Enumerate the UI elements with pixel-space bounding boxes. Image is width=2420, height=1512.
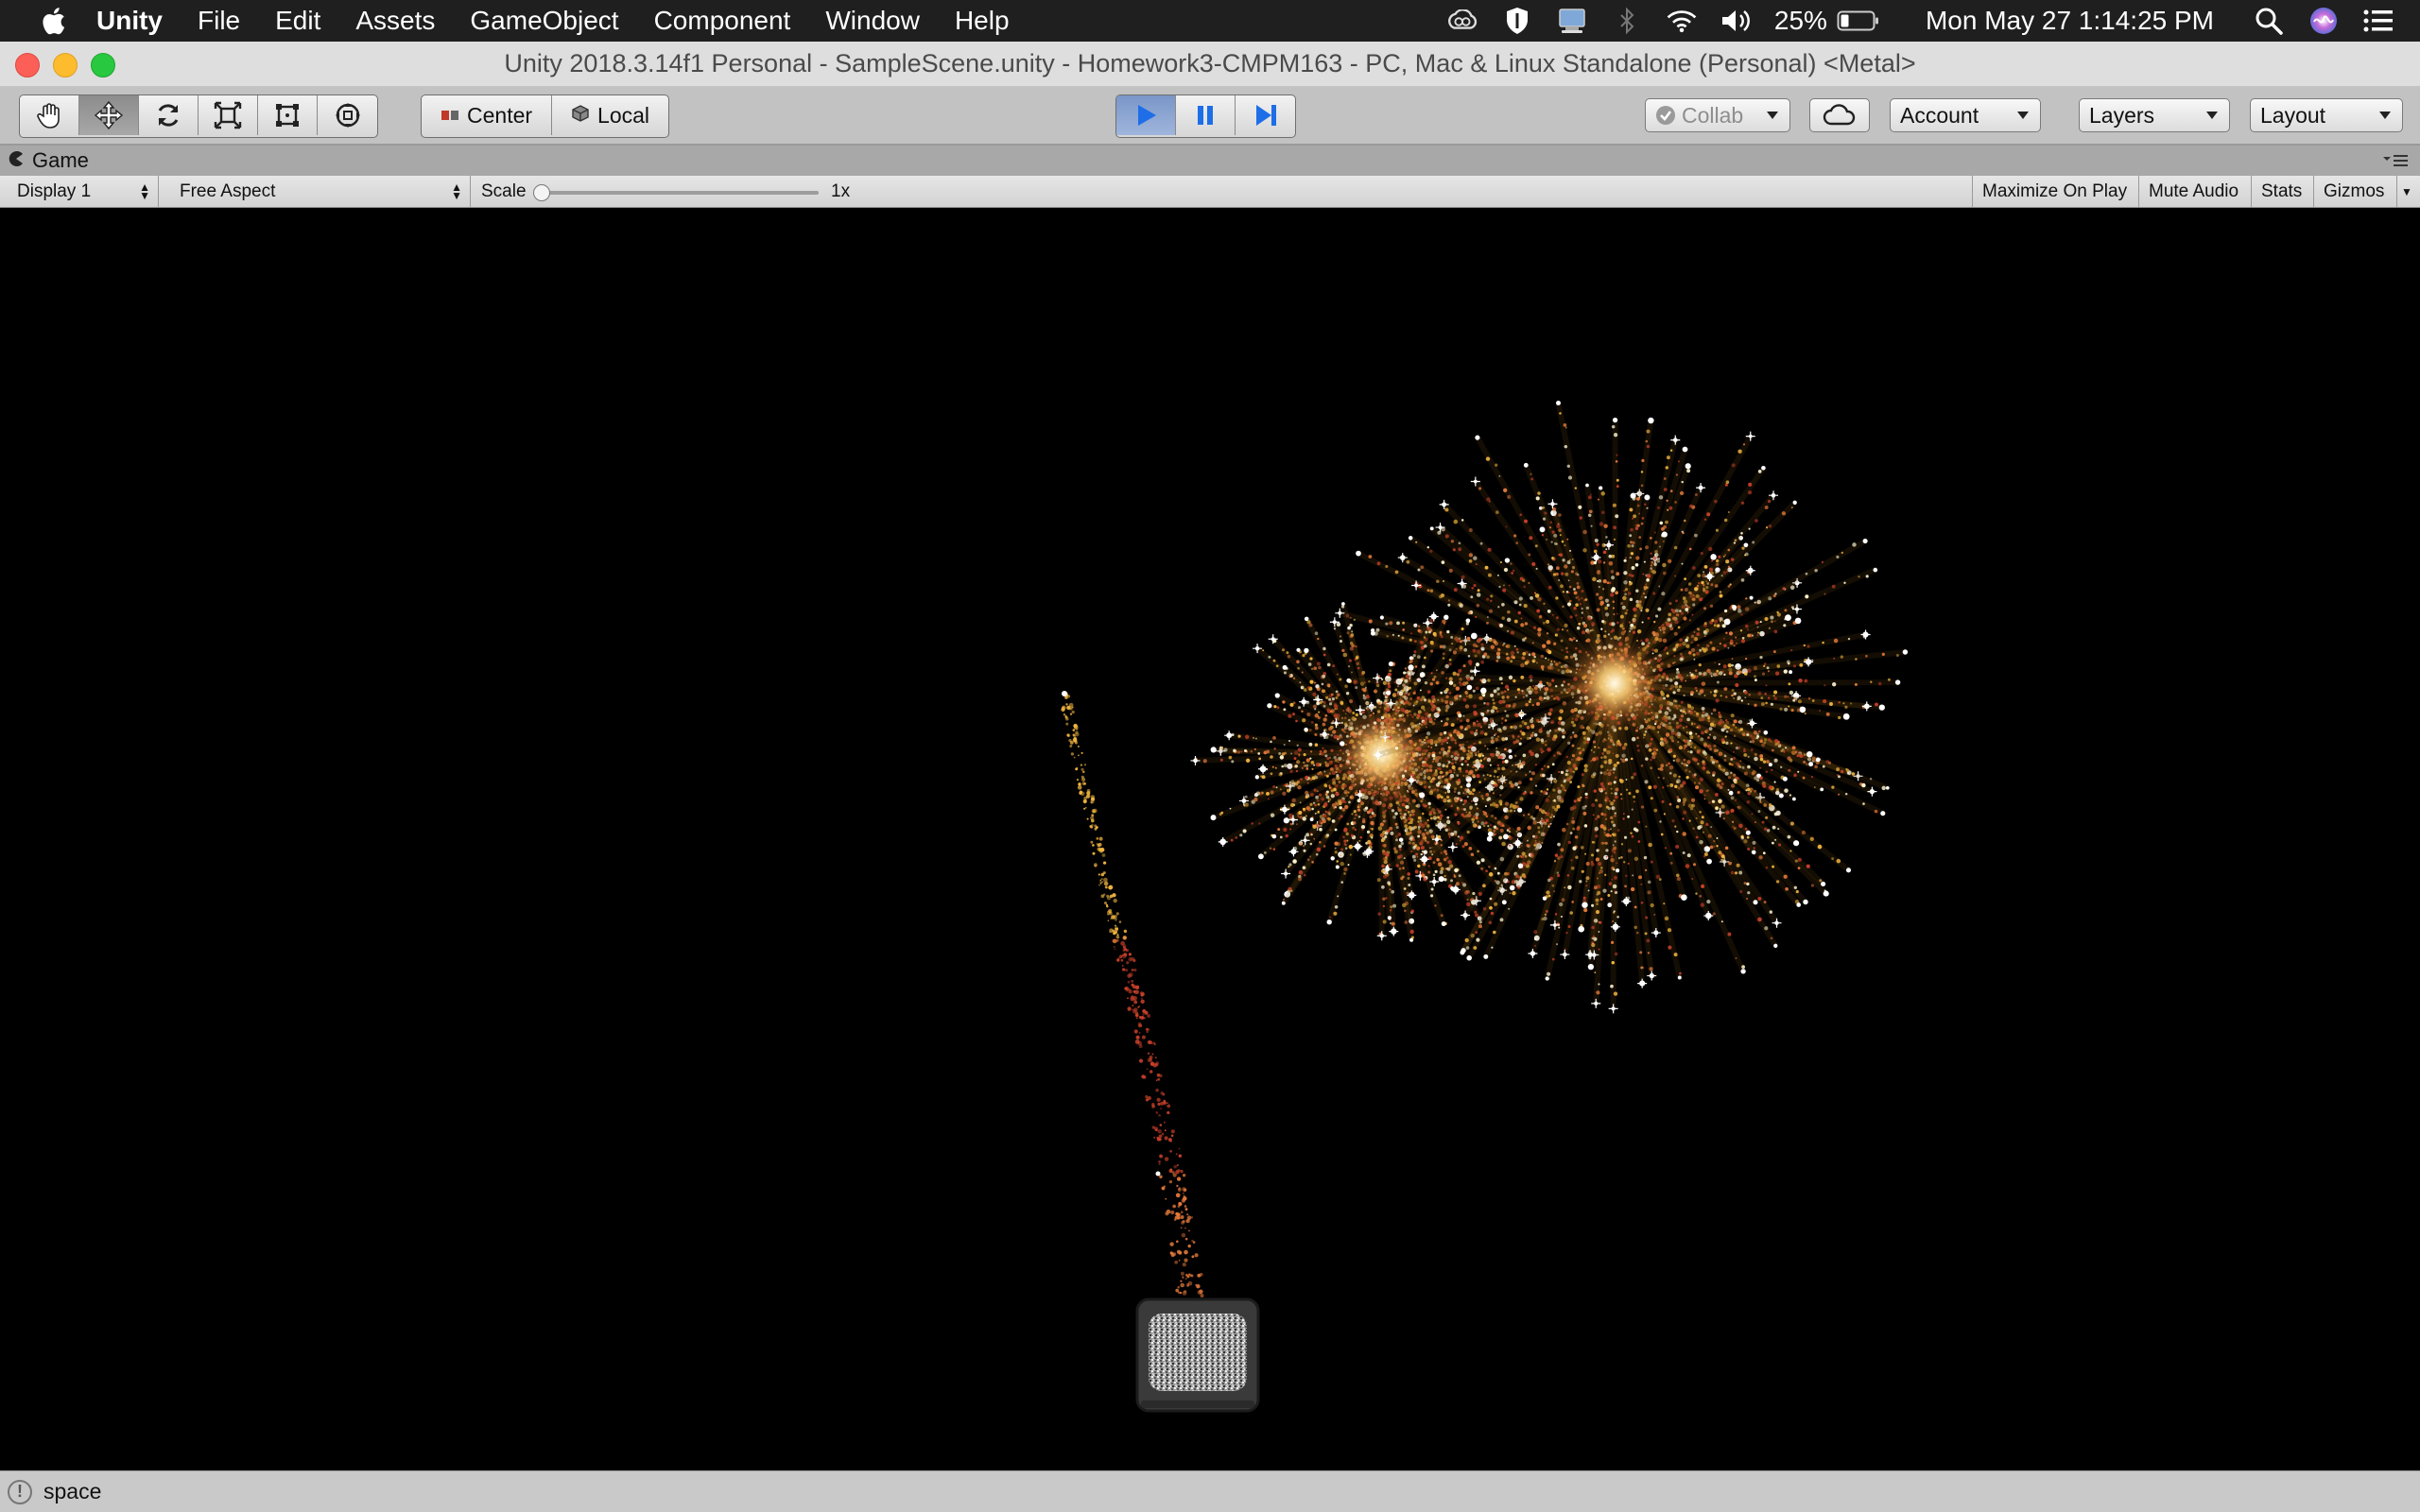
menu-window[interactable]: Window <box>825 6 920 36</box>
battery-icon[interactable] <box>1837 6 1880 36</box>
search-icon[interactable] <box>2252 6 2286 36</box>
particles-layer <box>1061 401 1909 1297</box>
rocket-trail <box>1061 691 1204 1297</box>
panel-options-icon[interactable] <box>2382 151 2409 170</box>
pivot-center-label: Center <box>467 102 533 128</box>
mute-audio-label: Mute Audio <box>2149 180 2239 201</box>
rotate-tool-icon[interactable] <box>139 95 199 135</box>
play-icon <box>1138 105 1156 126</box>
display-value: Display 1 <box>17 180 92 201</box>
notification-center-icon[interactable] <box>2361 6 2395 36</box>
hand-tool-icon[interactable] <box>20 95 79 135</box>
play-button[interactable] <box>1116 95 1176 135</box>
bluetooth-icon[interactable] <box>1610 6 1644 36</box>
chevron-down-icon <box>2206 112 2218 119</box>
menu-gameobject[interactable]: GameObject <box>470 6 618 36</box>
chevron-down-icon: ▼ <box>2401 184 2412 198</box>
stats-label: Stats <box>2261 180 2303 201</box>
scale-label: Scale <box>481 181 527 201</box>
scale-tool-icon[interactable] <box>199 95 258 135</box>
gizmos-dropdown[interactable]: ▼ <box>2397 176 2420 207</box>
checkmark-icon <box>1656 106 1675 125</box>
wifi-icon[interactable] <box>1665 6 1699 36</box>
step-icon <box>1255 105 1276 126</box>
gizmos-label: Gizmos <box>2324 180 2385 201</box>
aspect-select[interactable]: Free Aspect ▲ ▼ <box>170 176 471 207</box>
status-bar: ! space <box>0 1470 2420 1512</box>
cloud-icon <box>1823 104 1856 126</box>
move-tool-icon[interactable] <box>79 95 139 135</box>
game-view-toolbar: Display 1 ▲ ▼ Free Aspect ▲ ▼ Scale 1x Max… <box>0 176 2420 208</box>
rect-tool-icon[interactable] <box>258 95 318 135</box>
chevron-down-icon <box>1767 112 1778 119</box>
window-title: Unity 2018.3.14f1 Personal - SampleScene… <box>504 49 1916 77</box>
transform-tools <box>19 94 378 138</box>
aspect-value: Free Aspect <box>180 180 276 201</box>
scale-value: 1x <box>831 181 851 201</box>
cloud-services-button[interactable] <box>1809 98 1870 132</box>
menu-file[interactable]: File <box>198 6 240 36</box>
tv-static-screen <box>1149 1314 1247 1391</box>
updown-arrows-icon: ▲ ▼ <box>451 180 462 202</box>
play-controls <box>1115 94 1296 138</box>
menu-edit[interactable]: Edit <box>275 6 320 36</box>
unity-toolbar: Center Local Collab Account Layers Layou… <box>0 87 2420 146</box>
updown-arrows-icon: ▲ ▼ <box>139 180 150 202</box>
scale-slider-track[interactable] <box>541 191 819 195</box>
collab-label: Collab <box>1682 102 1744 128</box>
pivot-local-button[interactable]: Local <box>552 95 668 135</box>
creative-cloud-icon[interactable] <box>1445 6 1479 36</box>
scale-slider-handle[interactable] <box>533 184 550 201</box>
step-button[interactable] <box>1236 95 1295 135</box>
account-dropdown[interactable]: Account <box>1890 98 2041 132</box>
pivot-toggles: Center Local <box>421 94 670 138</box>
collab-dropdown[interactable]: Collab <box>1645 98 1790 132</box>
tv-emitter-object[interactable] <box>1135 1297 1260 1413</box>
layers-label: Layers <box>2089 102 2155 128</box>
account-label: Account <box>1900 102 1979 128</box>
gizmos-toggle[interactable]: Gizmos <box>2314 176 2397 207</box>
siri-icon[interactable] <box>2307 6 2341 36</box>
maximize-on-play-toggle[interactable]: Maximize On Play <box>1972 176 2139 207</box>
menu-app-unity[interactable]: Unity <box>96 6 163 36</box>
layout-label: Layout <box>2260 102 2326 128</box>
pivot-center-icon <box>441 103 459 129</box>
mute-audio-toggle[interactable]: Mute Audio <box>2139 176 2252 207</box>
shield-icon[interactable] <box>1500 6 1534 36</box>
menu-help[interactable]: Help <box>955 6 1010 36</box>
transform-tool-icon[interactable] <box>318 95 377 135</box>
layout-dropdown[interactable]: Layout <box>2250 98 2403 132</box>
game-view[interactable] <box>0 208 2420 1470</box>
tab-game-label: Game <box>32 148 89 172</box>
status-message[interactable]: space <box>43 1479 101 1504</box>
menubar-status-area: 25% Mon May 27 1:14:25 PM <box>1445 0 2420 42</box>
pivot-center-button[interactable]: Center <box>422 95 553 135</box>
local-cube-icon <box>571 103 590 129</box>
window-titlebar: Unity 2018.3.14f1 Personal - SampleScene… <box>0 42 2420 87</box>
pause-button[interactable] <box>1176 95 1236 135</box>
pause-icon <box>1198 106 1213 125</box>
network-drive-icon[interactable] <box>1555 6 1589 36</box>
display-select[interactable]: Display 1 ▲ ▼ <box>8 176 159 207</box>
pivot-local-label: Local <box>597 102 650 128</box>
battery-percent: 25% <box>1773 6 1827 35</box>
menu-assets[interactable]: Assets <box>355 6 435 36</box>
volume-icon[interactable] <box>1720 6 1754 36</box>
tab-game[interactable]: Game <box>8 146 89 176</box>
pacman-game-icon <box>8 148 25 173</box>
menu-component[interactable]: Component <box>654 6 791 36</box>
stats-toggle[interactable]: Stats <box>2252 176 2314 207</box>
info-icon[interactable]: ! <box>8 1479 32 1504</box>
game-panel-tabbar: Game <box>0 146 2420 176</box>
chevron-down-icon <box>2379 112 2391 119</box>
macos-menu-bar: Unity File Edit Assets GameObject Compon… <box>0 0 2420 42</box>
chevron-down-icon <box>2017 112 2029 119</box>
maximize-on-play-label: Maximize On Play <box>1982 180 2128 201</box>
fireworks-scene <box>1061 401 1909 1413</box>
apple-logo-icon[interactable] <box>38 5 66 37</box>
clock[interactable]: Mon May 27 1:14:25 PM <box>1926 6 2214 36</box>
layers-dropdown[interactable]: Layers <box>2079 98 2230 132</box>
